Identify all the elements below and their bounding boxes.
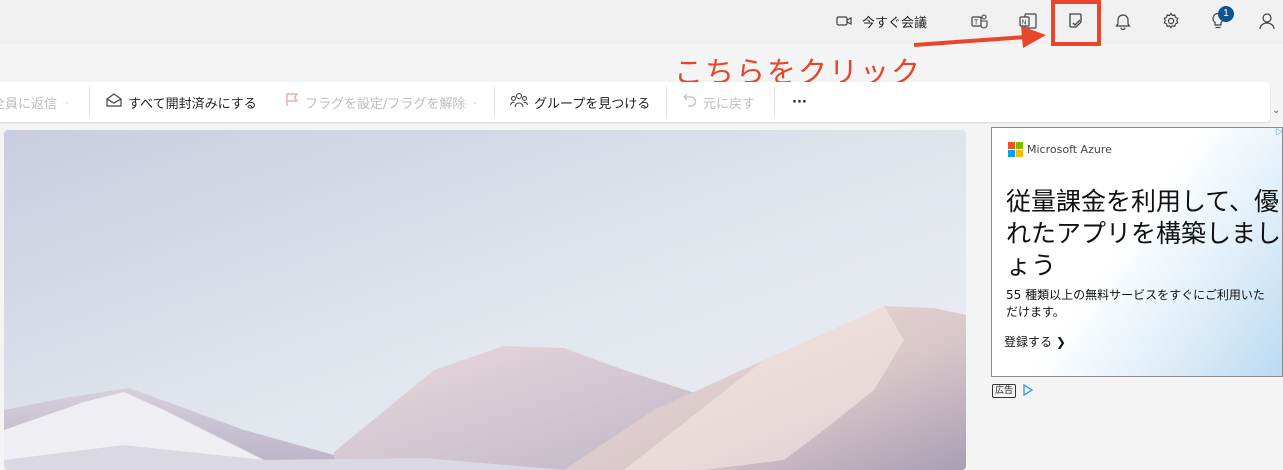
flag-label: フラグを設定/フラグを解除 [305,96,466,112]
divider [89,87,90,117]
envelope-open-icon [106,93,122,111]
chevron-down-icon: ⌄ [63,97,71,107]
discover-groups-label: グループを見つける [534,96,651,112]
undo-button[interactable]: 元に戻す [683,82,755,122]
divider [774,87,775,117]
ad-headline: 従量課金を利用して、優れたアプリを構築しましょう [1006,187,1282,280]
annotation-arrow [913,26,1046,48]
mark-all-read-label: すべて開封済みにする [128,96,257,112]
mark-all-read-button[interactable]: すべて開封済みにする [106,82,257,122]
groups-icon [509,92,529,112]
discover-groups-button[interactable]: グループを見つける [509,82,651,122]
ad-label-text: 広告 [992,383,1017,398]
flag-icon [285,93,299,111]
ad-signup-link[interactable]: 登録する ❯ [1004,333,1066,350]
chevron-down-icon: ⌄ [471,97,479,107]
divider [666,87,667,117]
microsoft-logo-icon [1008,142,1023,157]
divider [494,87,495,117]
ad-label: 広告 [992,381,1034,400]
undo-label: 元に戻す [703,96,756,112]
ad-subtext: 55 種類以上の無料サービスをすぐにご利用いただけます。 [1006,288,1265,319]
undo-arrow-icon [683,93,697,111]
reply-all-button[interactable]: 全員に返信 ⌄ [0,82,71,122]
ad-brand-label: Microsoft Azure [1027,143,1112,156]
more-options-icon: ··· [792,94,807,110]
flag-button[interactable]: フラグを設定/フラグを解除 ⌄ [285,82,479,122]
reading-pane-background-image [4,130,966,470]
ad-brand: Microsoft Azure [1008,142,1112,157]
reply-all-label: 全員に返信 [0,96,58,112]
ad-choices-icon[interactable] [1022,381,1034,400]
collapse-ribbon-chevron-icon[interactable]: ⌄ [1272,105,1280,116]
more-options-button[interactable]: ··· [792,82,807,122]
ad-info-icon[interactable]: ▷ [1276,127,1283,137]
command-bar: 全員に返信 ⌄ すべて開封済みにする フラグを設定/フラグを解除 ⌄ [0,82,1270,122]
advertisement-panel[interactable]: Microsoft Azure 従量課金を利用して、優れたアプリを構築しましょう… [991,127,1283,377]
